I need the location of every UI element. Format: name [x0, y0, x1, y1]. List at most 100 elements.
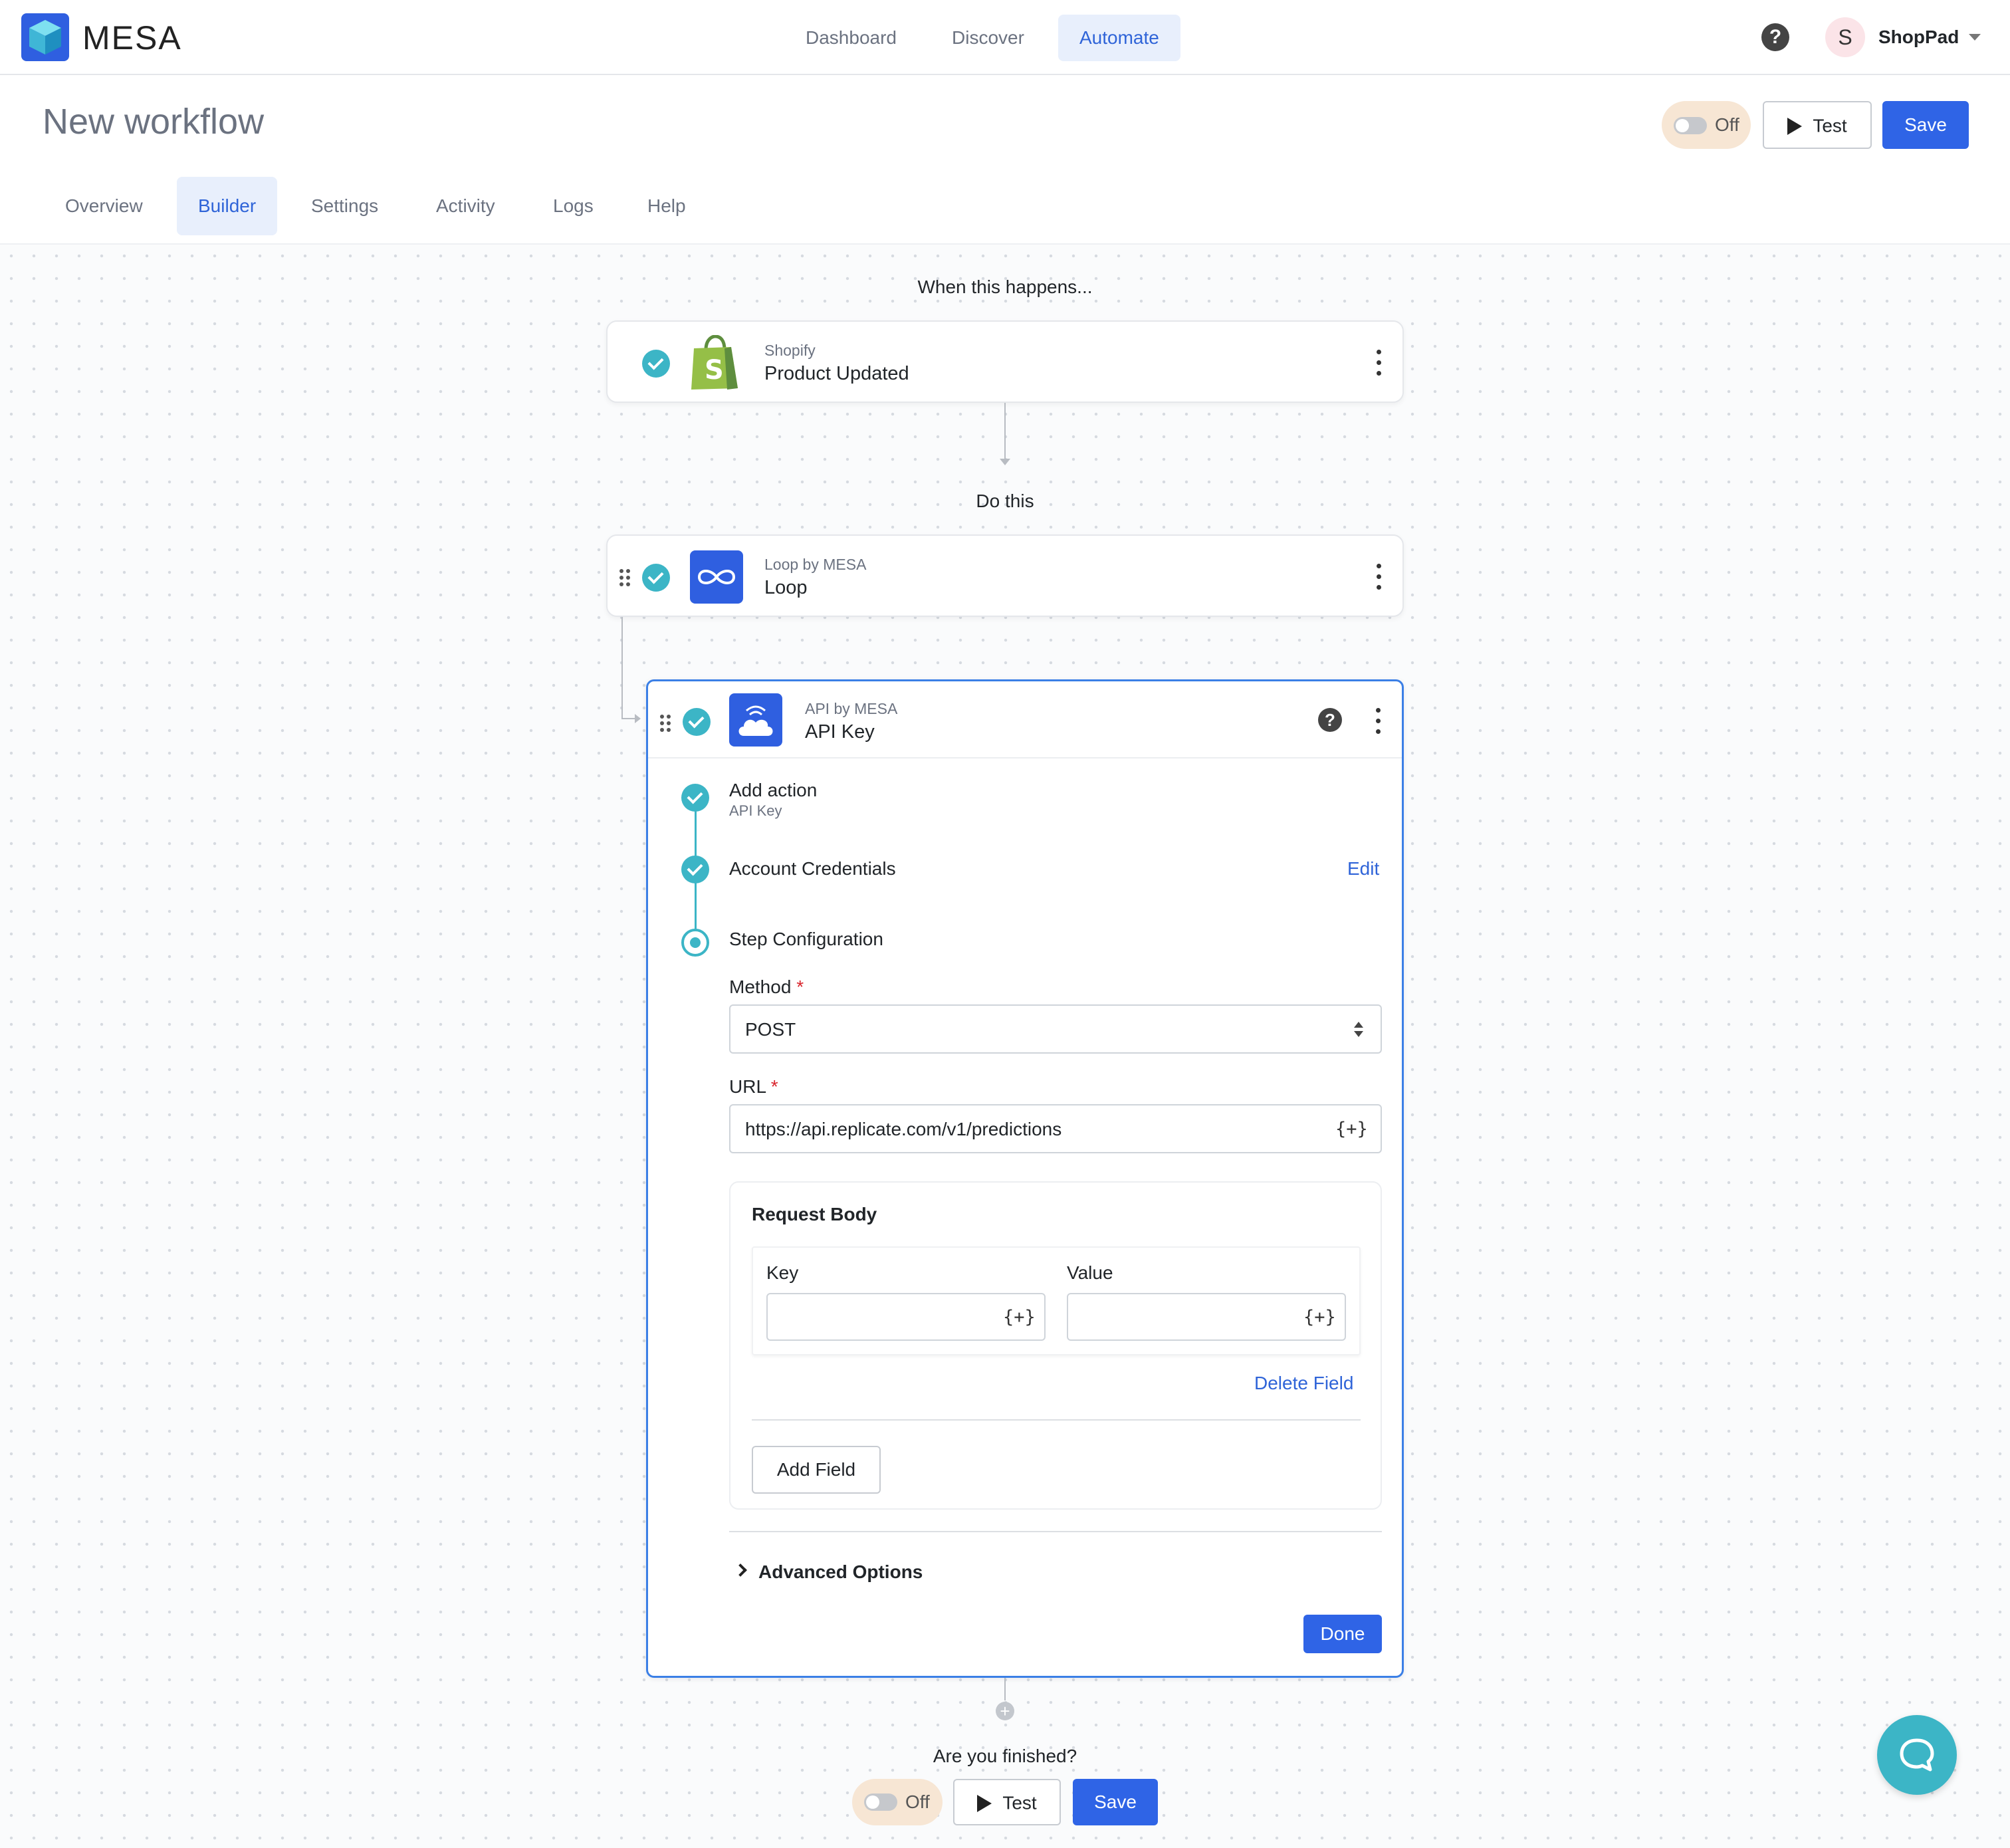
- kebab-icon[interactable]: [1375, 564, 1383, 590]
- workflow-toggle[interactable]: Off: [1662, 101, 1751, 149]
- chat-bubble-icon[interactable]: [1877, 1715, 1957, 1795]
- api-step-card[interactable]: API by MESA API Key ? Add action API Key…: [646, 679, 1404, 1678]
- check-icon: [642, 350, 670, 378]
- tab-builder[interactable]: Builder: [177, 177, 278, 235]
- test-label: Test: [1002, 1792, 1037, 1813]
- flow-arrow: [635, 714, 641, 723]
- insert-variable-button[interactable]: {+}: [1335, 1116, 1368, 1143]
- method-label: Method *: [729, 974, 804, 1000]
- caret-down-icon[interactable]: [1969, 34, 1981, 41]
- trigger-heading: When this happens...: [917, 277, 1093, 297]
- nav-dashboard[interactable]: Dashboard: [784, 15, 918, 61]
- flow-connector: [1004, 1678, 1006, 1700]
- edit-credentials-link[interactable]: Edit: [1347, 856, 1379, 882]
- sort-arrows-icon: [1354, 1022, 1363, 1039]
- value-input[interactable]: {+}: [1067, 1293, 1346, 1341]
- step-current-indicator: [681, 929, 709, 957]
- drag-handle-icon[interactable]: [619, 569, 631, 586]
- request-body-title: Request Body: [752, 1204, 877, 1224]
- test-button[interactable]: Test: [953, 1779, 1061, 1825]
- toggle-switch: [1674, 117, 1707, 134]
- save-button[interactable]: Save: [1073, 1779, 1158, 1825]
- help-icon[interactable]: ?: [1761, 23, 1789, 51]
- kebab-icon[interactable]: [1375, 350, 1383, 376]
- loop-app-name: Loop by MESA: [764, 556, 867, 573]
- chevron-right-icon: [734, 1563, 747, 1577]
- loop-step-card[interactable]: Loop by MESA Loop: [606, 534, 1404, 617]
- trigger-app-name: Shopify: [764, 342, 816, 359]
- toggle-label: Off: [905, 1791, 930, 1812]
- panel-divider: [752, 1419, 1361, 1421]
- step-configuration: Step Configuration: [729, 929, 883, 949]
- url-input[interactable]: https://api.replicate.com/v1/predictions…: [729, 1104, 1382, 1153]
- key-input[interactable]: {+}: [766, 1293, 1046, 1341]
- loop-connector: [621, 617, 623, 719]
- workflow-toggle[interactable]: Off: [852, 1779, 943, 1825]
- avatar[interactable]: S: [1825, 17, 1865, 57]
- brand-name[interactable]: MESA: [82, 15, 182, 61]
- trigger-step-name: Product Updated: [764, 363, 909, 384]
- advanced-options-toggle[interactable]: Advanced Options: [734, 1558, 1000, 1587]
- finished-prompt: Are you finished?: [933, 1746, 1077, 1766]
- method-select-value: POST: [745, 1019, 796, 1040]
- check-icon: [642, 564, 670, 592]
- drag-handle-icon[interactable]: [660, 715, 672, 732]
- required-marker: *: [796, 977, 804, 997]
- play-icon: [1787, 117, 1803, 135]
- request-body-row: Key Value {+} {+}: [752, 1246, 1361, 1355]
- url-label-text: URL: [729, 1076, 766, 1097]
- api-app-name: API by MESA: [805, 700, 898, 717]
- test-label: Test: [1813, 115, 1847, 136]
- page-title: New workflow: [43, 102, 265, 142]
- trigger-step-card[interactable]: S Shopify Product Updated: [606, 320, 1404, 403]
- check-icon: [681, 856, 709, 883]
- cloud-icon: [729, 693, 782, 747]
- advanced-options-label: Advanced Options: [758, 1561, 923, 1582]
- required-marker: *: [770, 1076, 778, 1097]
- done-button[interactable]: Done: [1303, 1615, 1382, 1653]
- step-add-action[interactable]: Add action: [729, 777, 817, 804]
- svg-text:S: S: [705, 355, 724, 386]
- request-body-panel: Request Body Key Value {+} {+} Delete Fi…: [729, 1181, 1382, 1510]
- step-add-action-sub: API Key: [729, 802, 782, 819]
- loop-connector: [621, 718, 636, 719]
- insert-variable-button[interactable]: {+}: [1003, 1304, 1036, 1331]
- nav-automate[interactable]: Automate: [1058, 15, 1180, 61]
- tab-overview[interactable]: Overview: [44, 177, 164, 235]
- step-account-credentials[interactable]: Account Credentials: [729, 856, 896, 882]
- flow-arrow: [1000, 459, 1010, 465]
- infinity-icon: [690, 550, 743, 604]
- tab-help[interactable]: Help: [626, 177, 707, 235]
- card-divider: [648, 757, 1402, 758]
- key-label: Key: [766, 1262, 799, 1283]
- flow-connector: [1004, 403, 1006, 460]
- url-input-value: https://api.replicate.com/v1/predictions: [745, 1119, 1062, 1139]
- api-step-name: API Key: [805, 721, 875, 743]
- toggle-label: Off: [1715, 114, 1739, 135]
- add-step-icon[interactable]: +: [996, 1702, 1014, 1720]
- mesa-logo-icon[interactable]: [21, 13, 69, 61]
- tab-activity[interactable]: Activity: [415, 177, 516, 235]
- insert-variable-button[interactable]: {+}: [1303, 1304, 1336, 1331]
- avatar-initial: S: [1838, 25, 1852, 49]
- tab-logs[interactable]: Logs: [532, 177, 615, 235]
- top-navigation-bar: MESA Dashboard Discover Automate ? S Sho…: [0, 0, 2010, 75]
- nav-discover[interactable]: Discover: [931, 15, 1046, 61]
- action-heading: Do this: [976, 491, 1034, 511]
- save-button[interactable]: Save: [1882, 101, 1969, 149]
- loop-step-name: Loop: [764, 577, 808, 598]
- method-label-text: Method: [729, 977, 792, 997]
- add-field-button[interactable]: Add Field: [752, 1446, 881, 1494]
- method-select[interactable]: POST: [729, 1004, 1382, 1054]
- check-icon: [683, 708, 711, 736]
- test-button[interactable]: Test: [1763, 101, 1872, 149]
- help-icon[interactable]: ?: [1318, 708, 1342, 732]
- value-label: Value: [1067, 1262, 1113, 1283]
- toggle-switch: [864, 1793, 897, 1811]
- delete-field-link[interactable]: Delete Field: [1254, 1370, 1353, 1397]
- shopify-icon: S: [690, 334, 740, 391]
- account-name[interactable]: ShopPad: [1878, 24, 1959, 51]
- kebab-icon[interactable]: [1374, 708, 1382, 735]
- tab-settings[interactable]: Settings: [290, 177, 399, 235]
- section-divider: [729, 1531, 1382, 1532]
